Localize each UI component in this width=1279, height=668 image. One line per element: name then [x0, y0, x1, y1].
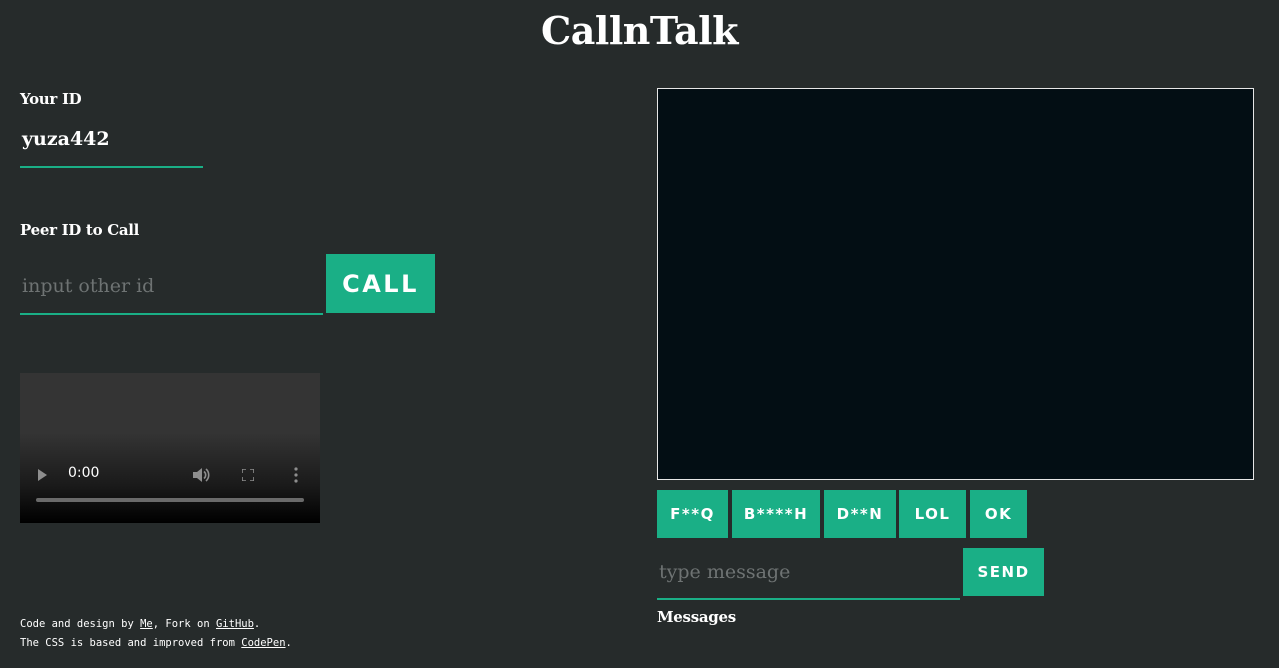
footer-text: The CSS is based and improved from: [20, 637, 242, 649]
quick-reply-button[interactable]: LOL: [899, 490, 966, 538]
video-progress-bar[interactable]: [36, 498, 304, 502]
more-options-icon[interactable]: [294, 467, 298, 483]
send-button[interactable]: SEND: [963, 548, 1044, 596]
peer-id-label: Peer ID to Call: [20, 221, 140, 239]
footer-text: Code and design by: [20, 618, 141, 630]
volume-icon[interactable]: [192, 467, 210, 483]
local-video[interactable]: 0:00: [20, 373, 320, 523]
footer-text: .: [285, 637, 292, 649]
quick-reply-button[interactable]: OK: [970, 490, 1027, 538]
footer-css-credit: The CSS is based and improved from CodeP…: [20, 637, 292, 649]
github-link[interactable]: GitHub: [216, 618, 254, 630]
call-button[interactable]: CALL: [326, 254, 435, 313]
your-id-label: Your ID: [20, 90, 82, 108]
message-input[interactable]: [657, 546, 960, 600]
play-icon[interactable]: [38, 469, 47, 481]
quick-reply-button[interactable]: B****H: [732, 490, 820, 538]
remote-video: [657, 88, 1254, 480]
peer-id-input[interactable]: [20, 258, 323, 315]
quick-reply-button[interactable]: D**N: [824, 490, 896, 538]
footer-text: .: [253, 618, 261, 630]
video-time: 0:00: [68, 465, 100, 481]
quick-reply-button[interactable]: F**Q: [657, 490, 728, 538]
app-title: CallnTalk: [541, 8, 738, 53]
messages-heading: Messages: [657, 608, 736, 626]
your-id-value: yuza442: [20, 126, 203, 168]
footer-credits: Code and design by Me, Fork on GitHub.: [20, 618, 260, 630]
footer-text: , Fork on: [152, 618, 216, 630]
codepen-link[interactable]: CodePen: [241, 637, 285, 649]
fullscreen-icon[interactable]: [242, 469, 254, 481]
me-link[interactable]: Me: [140, 618, 153, 630]
